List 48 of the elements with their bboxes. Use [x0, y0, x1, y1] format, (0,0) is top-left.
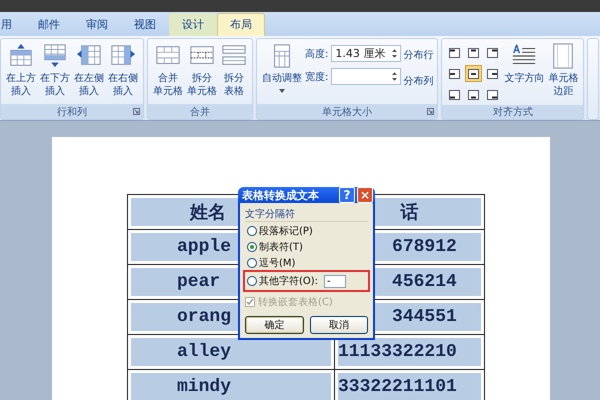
ribbon-button[interactable]: 拆分 表格	[220, 41, 248, 100]
ribbon-button[interactable]: 在下方 插入	[39, 41, 71, 100]
ribbon-button[interactable]: 在右侧 插入	[107, 41, 139, 100]
distribute-button[interactable]: 分布列	[403, 71, 434, 91]
option-label: 制表符(T)	[259, 240, 303, 254]
close-button[interactable]: ×	[357, 187, 373, 203]
dialog-button[interactable]: 确定	[245, 316, 304, 334]
ribbon-button[interactable]: 文字方向	[503, 41, 546, 87]
distribute-button[interactable]: 分布行	[403, 45, 434, 65]
align-button[interactable]	[465, 65, 482, 82]
ribbon-tab[interactable]: 设计	[169, 13, 217, 36]
ribbon-tab[interactable]: 邮件	[25, 13, 73, 36]
ribbon-tab[interactable]: 布局	[217, 13, 265, 36]
ribbon-tab[interactable]: 审阅	[73, 13, 121, 36]
table-cell: alley	[131, 338, 331, 366]
autofit-button[interactable]: 自动调整	[261, 41, 303, 98]
dialog-button[interactable]: 取消	[310, 316, 368, 334]
ribbon-tab[interactable]: 视图	[121, 13, 169, 36]
ribbon-button[interactable]: 在左侧 插入	[73, 41, 105, 100]
group-label: 单元格大小	[257, 104, 438, 119]
ribbon-button[interactable]: 合并 单元格	[152, 41, 184, 100]
input-field[interactable]	[331, 68, 402, 85]
option-label: 其他字符(O):	[259, 274, 318, 288]
radio-button[interactable]	[247, 242, 257, 252]
ribbon-button[interactable]: 单元格 边距	[547, 41, 580, 100]
caret-icon	[279, 89, 285, 93]
input-field[interactable]: -	[324, 274, 346, 288]
ribbon-tab[interactable]: 用	[0, 13, 25, 36]
spinner-icon[interactable]	[392, 71, 398, 82]
group-label: 合并	[148, 104, 252, 119]
ribbon-button[interactable]: 拆分 单元格	[186, 41, 218, 100]
field-label: 宽度:	[305, 70, 328, 84]
group-label: 文字分隔符	[245, 207, 368, 222]
field-label: 高度:	[305, 48, 328, 60]
group-label: 对齐方式	[442, 105, 584, 119]
launcher-icon[interactable]	[133, 108, 140, 115]
radio-button[interactable]	[247, 226, 257, 236]
table-cell: 33322211101	[338, 373, 481, 400]
radio-button[interactable]	[247, 276, 257, 286]
ribbon-button[interactable]: 在上方 插入	[5, 41, 37, 100]
spinner-icon[interactable]	[392, 48, 398, 59]
table-cell: 11133322210	[338, 338, 481, 366]
group-label: 行和列	[1, 104, 143, 119]
help-button[interactable]: ?	[339, 187, 355, 203]
table-cell: mindy	[131, 373, 331, 400]
radio-button[interactable]	[247, 258, 257, 268]
input-field[interactable]: 1.43 厘米	[331, 45, 402, 62]
launcher-icon[interactable]	[427, 108, 434, 115]
